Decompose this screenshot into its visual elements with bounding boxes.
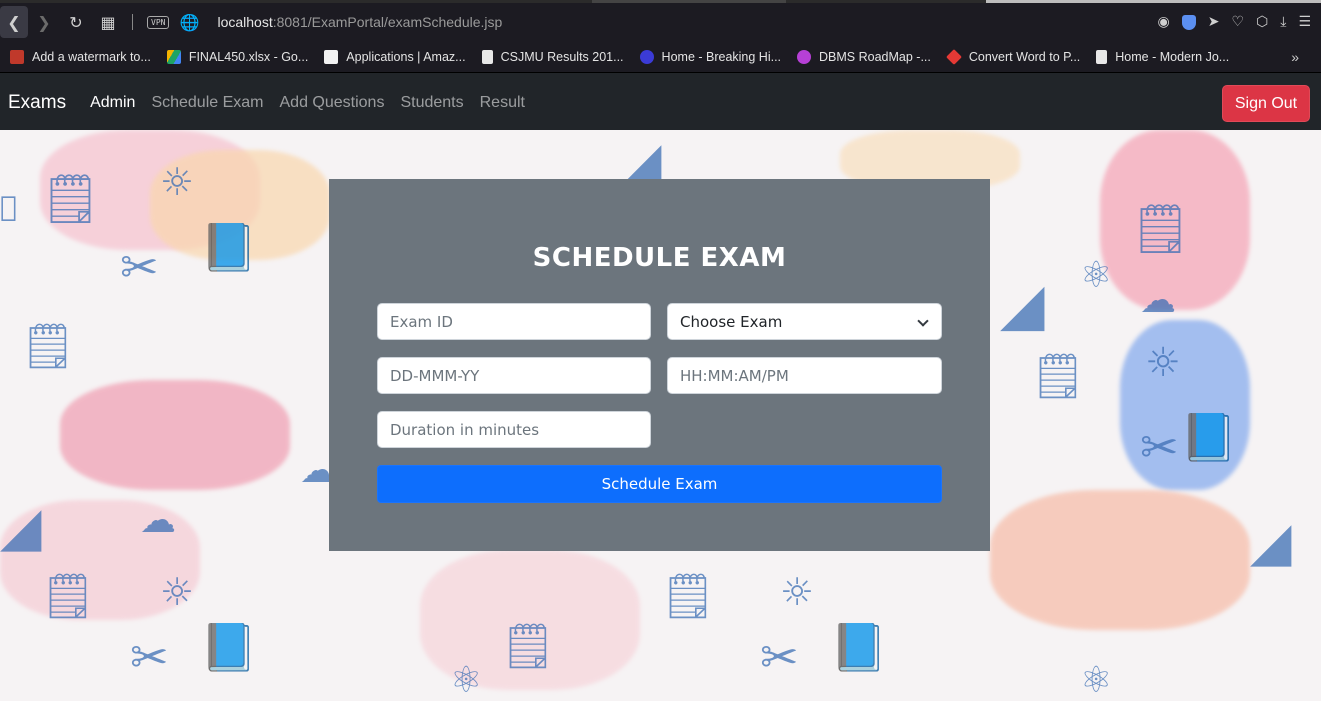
nav-result[interactable]: Result xyxy=(480,94,525,112)
url-path: :8081/ExamPortal/examSchedule.jsp xyxy=(272,14,503,30)
nav-add-questions[interactable]: Add Questions xyxy=(280,94,385,112)
watercolor-blob xyxy=(990,490,1250,630)
notebook-doodle-icon: 🗒 xyxy=(1130,201,1191,257)
nav-admin[interactable]: Admin xyxy=(90,94,135,112)
bookmark-label: Home - Modern Jo... xyxy=(1115,49,1230,64)
globe-icon: 🌐 xyxy=(179,12,200,32)
bookmark-item[interactable]: Convert Word to P... xyxy=(945,48,1081,65)
bookmark-item[interactable]: Add a watermark to... xyxy=(10,49,151,64)
book-doodle-icon: 📘 xyxy=(830,620,888,674)
notebook-doodle-icon: 🗒 xyxy=(40,571,96,622)
atom-doodle-icon: ⚛ xyxy=(450,660,483,701)
cloud-doodle-icon: ☁ xyxy=(140,500,176,541)
sign-out-button[interactable]: Sign Out xyxy=(1222,85,1310,122)
url-host: localhost xyxy=(217,14,273,30)
sun-doodle-icon: ☼ xyxy=(160,160,195,204)
bookmark-label: CSJMU Results 201... xyxy=(500,49,624,64)
bookmark-icon xyxy=(10,49,24,64)
book-doodle-icon: 📘 xyxy=(200,220,258,274)
watercolor-blob xyxy=(60,380,290,490)
notebook-doodle-icon: 🗒 xyxy=(20,321,76,372)
scissors-doodle-icon: ✂ xyxy=(120,240,159,294)
notebook-doodle-icon: 🗒 xyxy=(500,621,556,672)
menu-icon[interactable]: ☰ xyxy=(1298,14,1311,30)
app-navbar: Exams Admin Schedule Exam Add Questions … xyxy=(0,73,1321,132)
bookmark-label: Convert Word to P... xyxy=(968,49,1081,64)
atom-doodle-icon: ⚛ xyxy=(1080,660,1113,701)
sun-doodle-icon: ☼ xyxy=(780,570,815,614)
bookmark-label: DBMS RoadMap -... xyxy=(819,49,931,64)
send-icon[interactable]: ➤ xyxy=(1208,14,1220,30)
back-icon[interactable]: ❮ xyxy=(0,6,28,38)
bookmark-item[interactable]: Applications | Amaz... xyxy=(324,49,466,64)
bookmark-label: FINAL450.xlsx - Go... xyxy=(188,49,309,64)
apple-doodle-icon:  xyxy=(0,190,17,223)
form-title: SCHEDULE EXAM xyxy=(532,243,787,273)
camera-icon[interactable]: ◉ xyxy=(1157,14,1169,30)
schedule-exam-button[interactable]: Schedule Exam xyxy=(377,465,942,503)
toolbar-actions: ◉ ➤ ♡ ⬡ ⤓ ☰ xyxy=(1157,3,1311,41)
triangle-ruler-doodle-icon: ◢ xyxy=(1000,270,1045,338)
exam-select[interactable]: Choose Exam xyxy=(667,303,942,340)
exam-select-value: Choose Exam xyxy=(680,312,783,331)
book-doodle-icon: 📘 xyxy=(200,620,258,674)
brand-link[interactable]: Exams xyxy=(8,92,66,114)
heart-pdf-icon xyxy=(945,48,962,65)
cloud-doodle-icon: ☁ xyxy=(1140,280,1176,321)
schedule-exam-card: SCHEDULE EXAM Choose Exam Schedule Exam xyxy=(329,179,990,551)
nav-schedule-exam[interactable]: Schedule Exam xyxy=(151,94,263,112)
more-bookmarks-icon[interactable]: » xyxy=(1291,49,1299,65)
scissors-doodle-icon: ✂ xyxy=(130,630,169,684)
notebook-doodle-icon: 🗒 xyxy=(40,171,101,227)
chevron-down-icon xyxy=(917,316,929,328)
page-icon xyxy=(1096,49,1108,64)
speed-dial-icon[interactable]: ▦ xyxy=(92,6,124,38)
site-icon xyxy=(639,49,654,64)
bookmark-item[interactable]: Home - Breaking Hi... xyxy=(639,49,782,64)
exam-date-input[interactable] xyxy=(377,357,651,394)
scissors-doodle-icon: ✂ xyxy=(760,630,799,684)
exam-time-input[interactable] xyxy=(667,357,942,394)
atom-doodle-icon: ⚛ xyxy=(1080,255,1113,296)
bookmark-label: Add a watermark to... xyxy=(32,49,151,64)
sun-doodle-icon: ☼ xyxy=(160,570,195,614)
address-bar[interactable]: localhost:8081/ExamPortal/examSchedule.j… xyxy=(217,14,502,30)
amazon-icon xyxy=(324,49,339,64)
bookmark-item[interactable]: DBMS RoadMap -... xyxy=(797,49,931,64)
bookmark-item[interactable]: CSJMU Results 201... xyxy=(481,49,624,64)
nav-students[interactable]: Students xyxy=(400,94,463,112)
exam-id-input[interactable] xyxy=(377,303,651,340)
page-icon xyxy=(481,49,493,64)
toolbar-separator xyxy=(132,14,133,30)
triangle-ruler-doodle-icon: ◢ xyxy=(1250,510,1292,573)
bookmark-label: Home - Breaking Hi... xyxy=(661,49,782,64)
forward-icon[interactable]: ❯ xyxy=(28,6,60,38)
google-drive-icon xyxy=(166,49,181,64)
shield-icon[interactable] xyxy=(1181,14,1196,30)
heart-icon[interactable]: ♡ xyxy=(1231,14,1244,30)
bookmark-item[interactable]: Home - Modern Jo... xyxy=(1096,49,1230,64)
triangle-ruler-doodle-icon: ◢ xyxy=(0,495,42,558)
bookmarks-bar: Add a watermark to... FINAL450.xlsx - Go… xyxy=(0,41,1321,73)
cube-icon[interactable]: ⬡ xyxy=(1256,14,1268,30)
notebook-doodle-icon: 🗒 xyxy=(1030,351,1086,402)
browser-toolbar: ❮ ❯ ↻ ▦ VPN 🌐 localhost:8081/ExamPortal/… xyxy=(0,3,1321,41)
bookmark-label: Applications | Amaz... xyxy=(346,49,466,64)
notebook-doodle-icon: 🗒 xyxy=(660,571,716,622)
book-doodle-icon: 📘 xyxy=(1180,410,1238,464)
download-icon[interactable]: ⤓ xyxy=(1280,14,1286,30)
vpn-badge[interactable]: VPN xyxy=(147,15,170,29)
bookmark-item[interactable]: FINAL450.xlsx - Go... xyxy=(166,49,309,64)
sun-doodle-icon: ☼ xyxy=(1145,340,1181,386)
reload-icon[interactable]: ↻ xyxy=(60,6,92,38)
scissors-doodle-icon: ✂ xyxy=(1140,420,1179,474)
site-icon xyxy=(797,49,812,64)
duration-input[interactable] xyxy=(377,411,651,448)
